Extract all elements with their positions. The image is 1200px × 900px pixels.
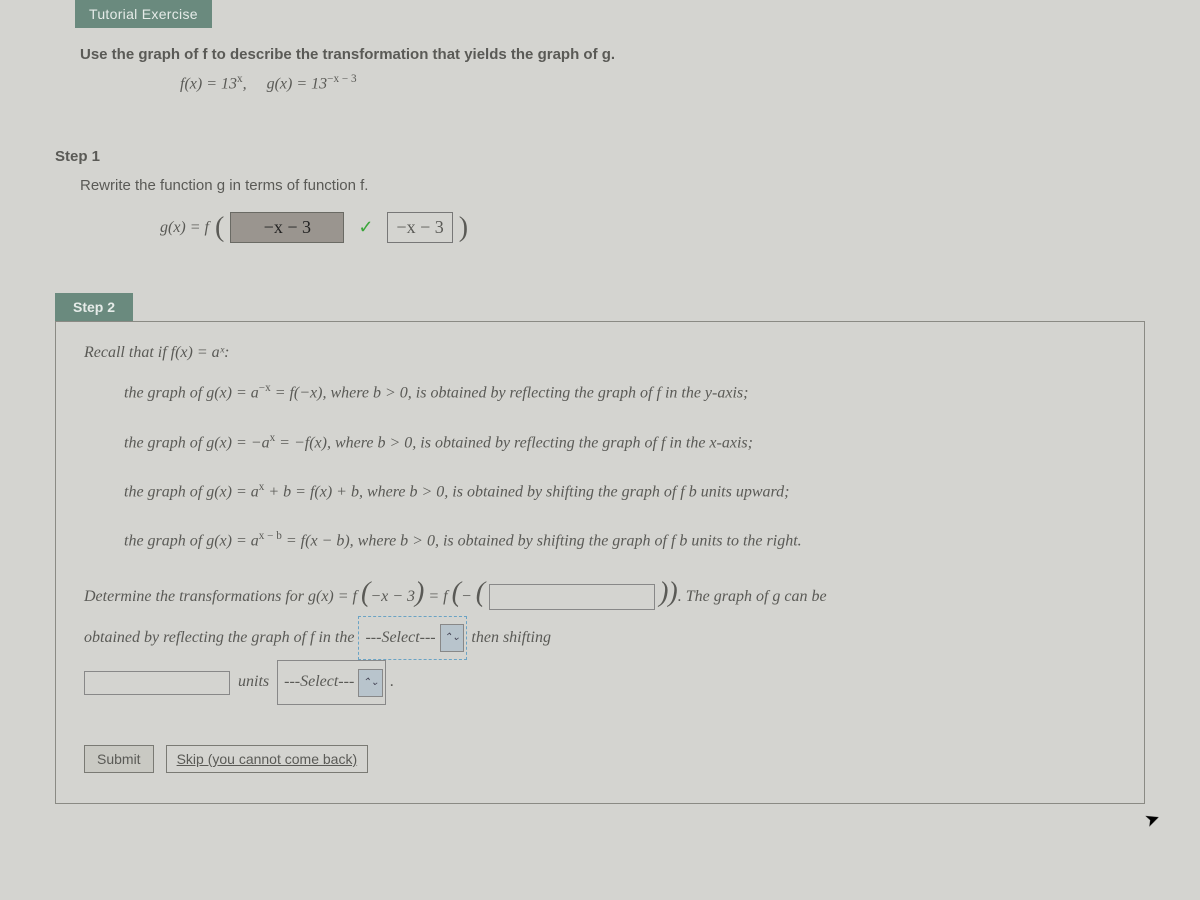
- rule-3: the graph of g(x) = ax + b = f(x) + b, w…: [124, 479, 1116, 504]
- rule-2: the graph of g(x) = −ax = −f(x), where b…: [124, 430, 1116, 455]
- skip-link[interactable]: Skip (you cannot come back): [166, 745, 369, 773]
- chevron-down-icon: ⌃⌄: [440, 624, 465, 652]
- tutorial-tab: Tutorial Exercise: [75, 0, 212, 28]
- problem-statement: Use the graph of f to describe the trans…: [55, 28, 1145, 103]
- rule-4: the graph of g(x) = ax − b = f(x − b), w…: [124, 528, 1116, 553]
- step2-panel: Recall that if f(x) = aˣ: the graph of g…: [55, 321, 1145, 803]
- left-paren: (: [215, 214, 224, 242]
- axis-select[interactable]: ---Select---⌃⌄: [358, 616, 467, 660]
- chevron-down-icon: ⌃⌄: [358, 669, 383, 697]
- direction-select[interactable]: ---Select---⌃⌄: [277, 660, 386, 704]
- determine-block: Determine the transformations for g(x) =…: [84, 578, 1116, 705]
- inner-blank-input[interactable]: [489, 584, 655, 610]
- given-functions: f(x) = 13x, g(x) = 13−x − 3: [80, 73, 1145, 93]
- prompt-text: Use the graph of f to describe the trans…: [80, 46, 1145, 63]
- check-icon: ✓: [358, 217, 373, 238]
- step1-label: Step 1: [55, 148, 1145, 165]
- step1-instruction: Rewrite the function g in terms of funct…: [80, 177, 1145, 194]
- shift-amount-input[interactable]: [84, 671, 230, 695]
- rule-1: the graph of g(x) = a−x = f(−x), where b…: [124, 380, 1116, 405]
- step1-lhs: g(x) = f: [160, 219, 209, 237]
- recall-text: Recall that if f(x) = aˣ:: [84, 344, 1116, 362]
- right-paren: ): [459, 214, 468, 242]
- step1-hint-box: −x − 3: [387, 212, 452, 243]
- step1-answer-input[interactable]: [230, 212, 344, 243]
- submit-button[interactable]: Submit: [84, 745, 154, 773]
- step2-tab: Step 2: [55, 293, 133, 321]
